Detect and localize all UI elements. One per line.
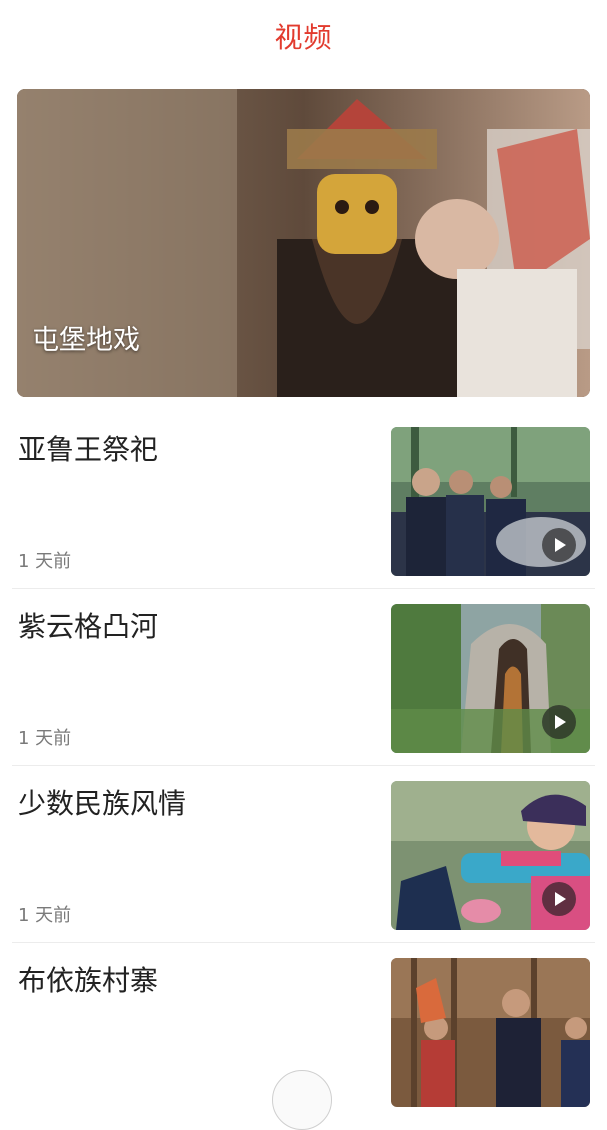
video-time: 1 天前 [18, 551, 72, 572]
video-thumbnail[interactable] [391, 427, 590, 576]
list-item[interactable]: 紫云格凸河 1 天前 [0, 589, 607, 766]
top-header: 视频 [0, 0, 607, 72]
video-time: 1 天前 [18, 905, 72, 926]
play-icon [542, 882, 576, 916]
video-title: 亚鲁王祭祀 [18, 433, 159, 466]
page-title: 视频 [274, 21, 333, 54]
hero-video-card[interactable]: 屯堡地戏 [17, 89, 590, 397]
list-item[interactable]: 少数民族风情 1 天前 [0, 766, 607, 943]
video-time: 1 天前 [18, 728, 72, 749]
video-thumbnail[interactable] [391, 604, 590, 753]
scroll-top-button[interactable] [272, 1070, 332, 1130]
play-icon [542, 705, 576, 739]
video-title: 紫云格凸河 [18, 610, 159, 643]
video-title: 少数民族风情 [18, 787, 187, 820]
list-item[interactable]: 亚鲁王祭祀 1 天前 [0, 412, 607, 589]
hero-title: 屯堡地戏 [32, 325, 140, 356]
video-thumbnail[interactable] [391, 958, 590, 1107]
video-thumbnail[interactable] [391, 781, 590, 930]
video-list: 亚鲁王祭祀 1 天前 紫云格凸河 1 天前 少数民族风情 1 天前 布依族村寨 [0, 412, 607, 1120]
video-title: 布依族村寨 [18, 964, 159, 997]
play-icon [542, 528, 576, 562]
